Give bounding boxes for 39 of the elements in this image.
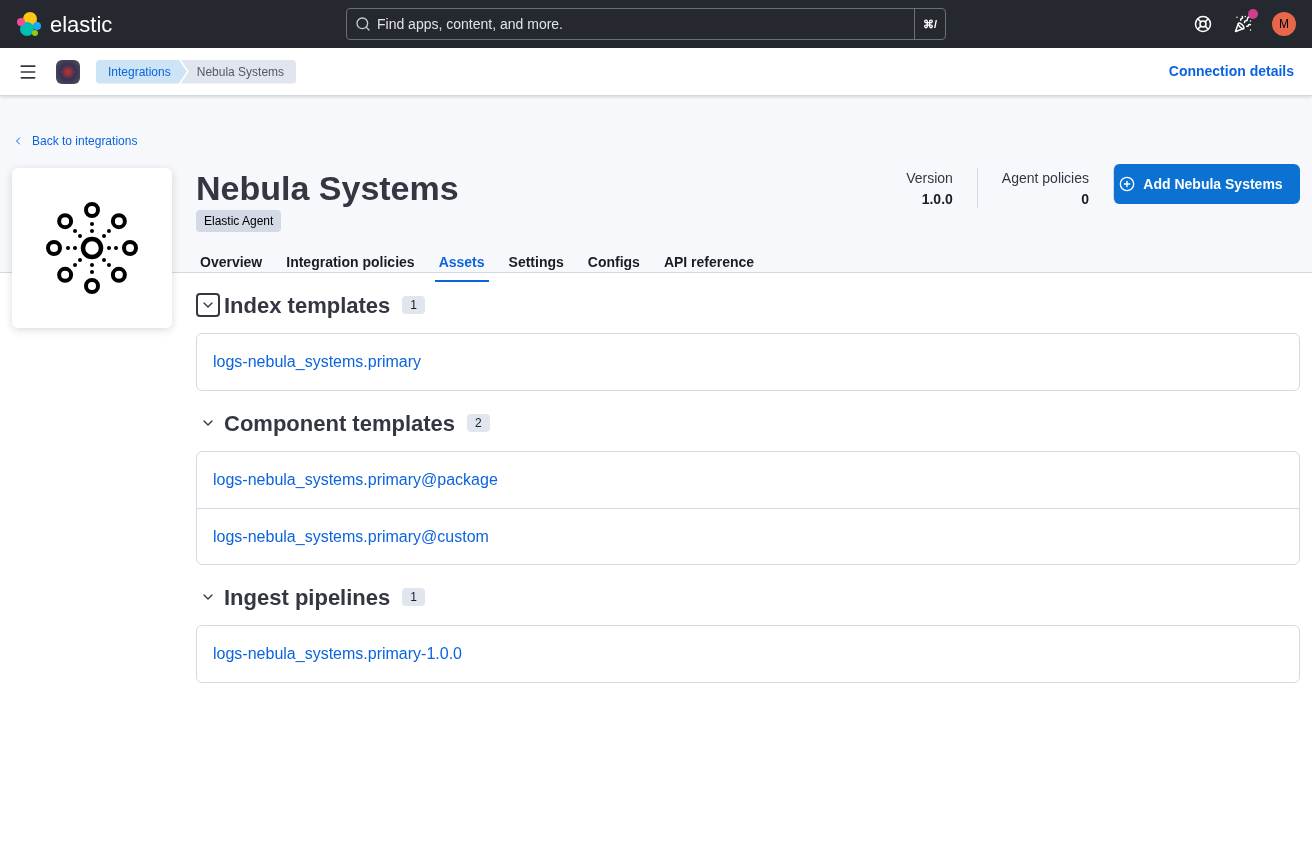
tab[interactable]: API reference xyxy=(659,244,759,282)
tab[interactable]: Integration policies xyxy=(282,244,419,282)
brand-name: elastic xyxy=(50,10,113,39)
add-integration-button[interactable]: Add Nebula Systems xyxy=(1113,164,1300,204)
connection-details-link[interactable]: Connection details xyxy=(1168,61,1294,82)
collapse-toggle[interactable] xyxy=(196,293,220,317)
integration-title: Nebula Systems xyxy=(196,168,459,208)
count-badge: 2 xyxy=(467,414,490,432)
space-avatar[interactable] xyxy=(56,59,80,84)
breadcrumb[interactable]: Integrations xyxy=(96,59,187,84)
tab[interactable]: Settings xyxy=(504,244,568,282)
elastic-logo-icon xyxy=(16,11,42,37)
search-bar[interactable]: Find apps, content, and more. ⌘/ xyxy=(346,8,946,40)
shortcut-key: ⌘/ xyxy=(913,9,945,39)
asset-link[interactable]: logs-nebula_systems.primary-1.0.0 xyxy=(213,642,462,666)
plus-circle-icon xyxy=(1119,176,1136,192)
tab[interactable]: Assets xyxy=(434,244,489,282)
stat-value: 0 xyxy=(1081,190,1089,209)
asset-link[interactable]: logs-nebula_systems.primary xyxy=(213,350,422,374)
count-badge: 1 xyxy=(402,296,425,314)
tab[interactable]: Overview xyxy=(196,244,267,282)
back-link[interactable]: Back to integrations xyxy=(12,132,138,150)
user-avatar[interactable]: M xyxy=(1272,12,1296,36)
asset-link[interactable]: logs-nebula_systems.primary@custom xyxy=(213,524,489,549)
stat-value: 1.0.0 xyxy=(921,190,953,209)
tab[interactable]: Configs xyxy=(583,244,644,282)
section-title: Ingest pipelines xyxy=(224,583,391,612)
count-badge: 1 xyxy=(402,588,425,606)
section-title: Component templates xyxy=(224,409,456,438)
asset-link[interactable]: logs-nebula_systems.primary@package xyxy=(213,468,498,492)
breadcrumb[interactable]: Nebula Systems xyxy=(180,59,297,84)
section-title: Index templates xyxy=(224,291,391,320)
stat-label: Version xyxy=(906,169,953,188)
search-field[interactable]: Find apps, content, and more. xyxy=(371,13,914,35)
news-icon[interactable] xyxy=(1234,15,1252,33)
stat-label: Agent policies xyxy=(1001,169,1089,188)
search-icon xyxy=(355,16,371,32)
help-icon[interactable] xyxy=(1194,15,1212,33)
agent-badge: Elastic Agent xyxy=(196,210,282,232)
